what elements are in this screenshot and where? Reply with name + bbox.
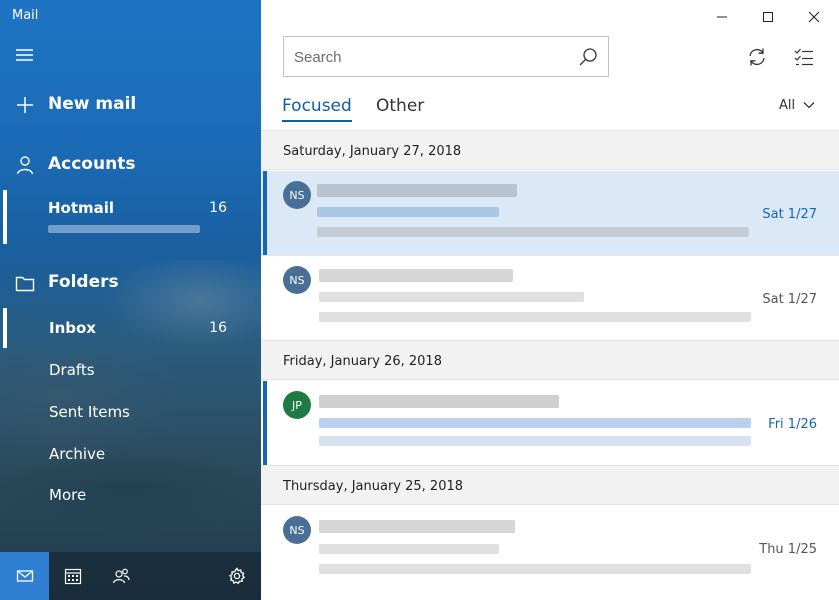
maximize-button[interactable]: [745, 6, 791, 28]
folders-button[interactable]: Folders: [0, 268, 261, 298]
person-icon: [14, 154, 36, 176]
folder-archive[interactable]: Archive: [0, 434, 261, 474]
folder-icon: [14, 272, 36, 294]
minimize-button[interactable]: [699, 6, 745, 28]
message-date: Sat 1/27: [762, 207, 817, 222]
account-hotmail[interactable]: Hotmail 16: [0, 190, 261, 244]
folder-label: Sent Items: [49, 403, 130, 421]
folder-drafts[interactable]: Drafts: [0, 350, 261, 390]
folder-label: Inbox: [49, 319, 96, 337]
subject-redacted: [317, 207, 499, 217]
gear-icon[interactable]: [228, 567, 246, 585]
message-list-pane: Focused Other All Saturday, January 27, …: [261, 0, 839, 600]
message-item[interactable]: JP Fri 1/26: [261, 381, 839, 466]
folders-label: Folders: [48, 272, 119, 292]
message-date: Fri 1/26: [768, 417, 817, 432]
accounts-label: Accounts: [48, 154, 136, 174]
preview-redacted: [319, 436, 751, 446]
sender-avatar: NS: [283, 181, 311, 209]
selected-indicator: [263, 171, 267, 255]
sender-avatar: NS: [283, 516, 311, 544]
message-date: Thu 1/25: [759, 542, 817, 557]
preview-redacted: [319, 564, 751, 574]
sender-redacted: [319, 520, 515, 533]
unread-indicator: [263, 381, 267, 465]
people-icon[interactable]: [112, 567, 130, 585]
filter-label: All: [779, 98, 796, 113]
filter-dropdown[interactable]: All: [779, 98, 815, 113]
folder-label: Archive: [49, 445, 106, 463]
folder-sent-items[interactable]: Sent Items: [0, 392, 261, 432]
date-group-header: Saturday, January 27, 2018: [261, 130, 839, 170]
close-button[interactable]: [791, 6, 837, 28]
new-mail-button[interactable]: New mail: [0, 90, 261, 120]
folder-more[interactable]: More: [0, 475, 261, 515]
selected-indicator: [3, 190, 7, 244]
hamburger-menu-icon[interactable]: [15, 46, 35, 64]
sender-redacted: [319, 395, 559, 408]
search-icon[interactable]: [578, 47, 598, 67]
mail-switch-button[interactable]: [0, 552, 49, 600]
selection-mode-icon[interactable]: [793, 46, 815, 68]
subject-redacted: [319, 292, 584, 302]
date-group-header: Friday, January 26, 2018: [261, 340, 839, 380]
subject-redacted: [319, 418, 751, 428]
app-switcher-bar: [0, 552, 261, 600]
account-email-redacted: [48, 225, 200, 233]
tab-focused[interactable]: Focused: [282, 96, 352, 122]
sender-redacted: [317, 184, 517, 197]
folder-label: Drafts: [49, 361, 95, 379]
calendar-icon[interactable]: [64, 567, 82, 585]
folder-label: More: [49, 486, 87, 504]
sender-redacted: [319, 269, 513, 282]
chevron-down-icon: [803, 98, 815, 113]
preview-redacted: [317, 227, 749, 237]
subject-redacted: [319, 544, 499, 554]
new-mail-label: New mail: [48, 94, 137, 114]
sync-icon[interactable]: [746, 46, 768, 68]
message-date: Sat 1/27: [762, 292, 817, 307]
app-title: Mail: [12, 8, 39, 23]
message-item[interactable]: NS Sat 1/27: [261, 171, 839, 256]
tab-other[interactable]: Other: [376, 96, 424, 116]
plus-icon: [14, 94, 36, 116]
selected-indicator: [3, 308, 7, 348]
message-item[interactable]: NS Thu 1/25: [261, 506, 839, 591]
mail-icon: [16, 567, 34, 585]
search-box: [283, 36, 609, 77]
folder-inbox[interactable]: Inbox 16: [0, 308, 261, 348]
account-unread-count: 16: [209, 200, 227, 216]
navigation-pane: Mail New mail Accounts Hotmail 16 Folder…: [0, 0, 261, 600]
date-group-header: Thursday, January 25, 2018: [261, 465, 839, 505]
sender-avatar: JP: [283, 391, 311, 419]
accounts-button[interactable]: Accounts: [0, 150, 261, 180]
inbox-unread-count: 16: [209, 320, 227, 336]
account-name: Hotmail: [48, 199, 115, 217]
preview-redacted: [319, 312, 751, 322]
sender-avatar: NS: [283, 266, 311, 294]
search-input[interactable]: [294, 46, 564, 68]
message-item[interactable]: NS Sat 1/27: [261, 256, 839, 341]
